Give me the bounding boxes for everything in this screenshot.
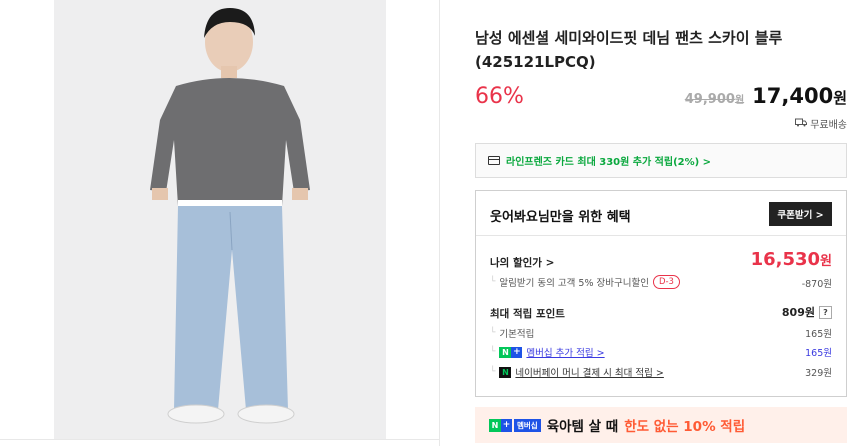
max-points: 809원 ? <box>782 304 832 320</box>
membership-points-link[interactable]: 멤버십 추가 적립 > <box>526 345 604 359</box>
help-icon[interactable]: ? <box>819 305 832 319</box>
truck-icon <box>795 118 808 130</box>
image-divider <box>0 439 440 440</box>
membership-promo-banner[interactable]: N + 멤버십 육아템 살 때 한도 없는 10% 적립 <box>475 407 847 443</box>
alarm-discount-row: └ 알림받기 동의 고객 5% 장바구니할인 D-3 <box>490 275 680 289</box>
membership-points-value: 165원 <box>805 348 832 359</box>
naver-pay-icon: N <box>499 366 512 378</box>
npay-points-value: 329원 <box>805 368 832 379</box>
max-points-value: 809원 <box>781 306 815 319</box>
npay-points-link[interactable]: 네이버페이 머니 결제 시 최대 적립 > <box>515 365 663 379</box>
dday-badge: D-3 <box>652 275 680 289</box>
sale-price: 17,400원 <box>752 84 847 108</box>
tree-branch-icon: └ <box>490 347 496 357</box>
price-block: 49,900원 17,400원 <box>685 84 847 108</box>
naver-plus-membership-icon: N + 멤버십 <box>489 418 541 432</box>
max-points-label: 최대 적립 포인트 <box>490 308 565 320</box>
credit-card-icon <box>488 156 500 165</box>
naver-plus-icon: N + <box>499 346 523 358</box>
coupon-button[interactable]: 쿠폰받기 > <box>769 202 832 226</box>
basic-points-label: 기본적립 <box>499 329 535 340</box>
my-price-link[interactable]: 나의 할인가 > <box>490 255 554 270</box>
alarm-discount-label: 알림받기 동의 고객 5% 장바구니할인 <box>499 278 649 289</box>
discount-rate: 66% <box>475 84 524 109</box>
basic-points-value: 165원 <box>805 329 832 340</box>
product-photo[interactable] <box>54 0 386 440</box>
tree-branch-icon: └ <box>490 277 496 287</box>
my-price: 16,530원 <box>750 249 832 270</box>
original-price: 49,900원 <box>684 92 745 107</box>
product-image-pane <box>0 0 440 446</box>
product-title: 남성 에센셜 세미와이드핏 데님 팬츠 스카이 블루 (425121LPCQ) <box>475 29 783 71</box>
card-promo-text: 라인프렌즈 카드 최대 330원 추가 적립(2%) > <box>506 157 712 168</box>
shipping-info: 무료배송 <box>795 116 847 131</box>
npay-points-row: └ N 네이버페이 머니 결제 시 최대 적립 > <box>490 365 664 379</box>
alarm-discount-value: -870원 <box>801 279 832 290</box>
card-promo-banner[interactable]: 라인프렌즈 카드 최대 330원 추가 적립(2%) > <box>475 143 847 178</box>
model-illustration <box>54 0 386 440</box>
banner-main-text: 육아템 살 때 <box>546 419 619 435</box>
membership-points-row: └ N + 멤버십 추가 적립 > <box>490 345 605 359</box>
shipping-label: 무료배송 <box>810 120 847 131</box>
benefit-divider <box>476 235 846 236</box>
basic-points-row: └ 기본적립 <box>490 326 534 340</box>
tree-branch-icon: └ <box>490 328 496 338</box>
benefit-box: 웃어봐요님만을 위한 혜택 쿠폰받기 > 나의 할인가 > 16,530원 └ … <box>475 190 847 397</box>
tree-branch-icon: └ <box>490 367 496 377</box>
benefit-heading: 웃어봐요님만을 위한 혜택 <box>490 210 631 225</box>
banner-accent-text: 한도 없는 10% 적립 <box>624 419 746 435</box>
